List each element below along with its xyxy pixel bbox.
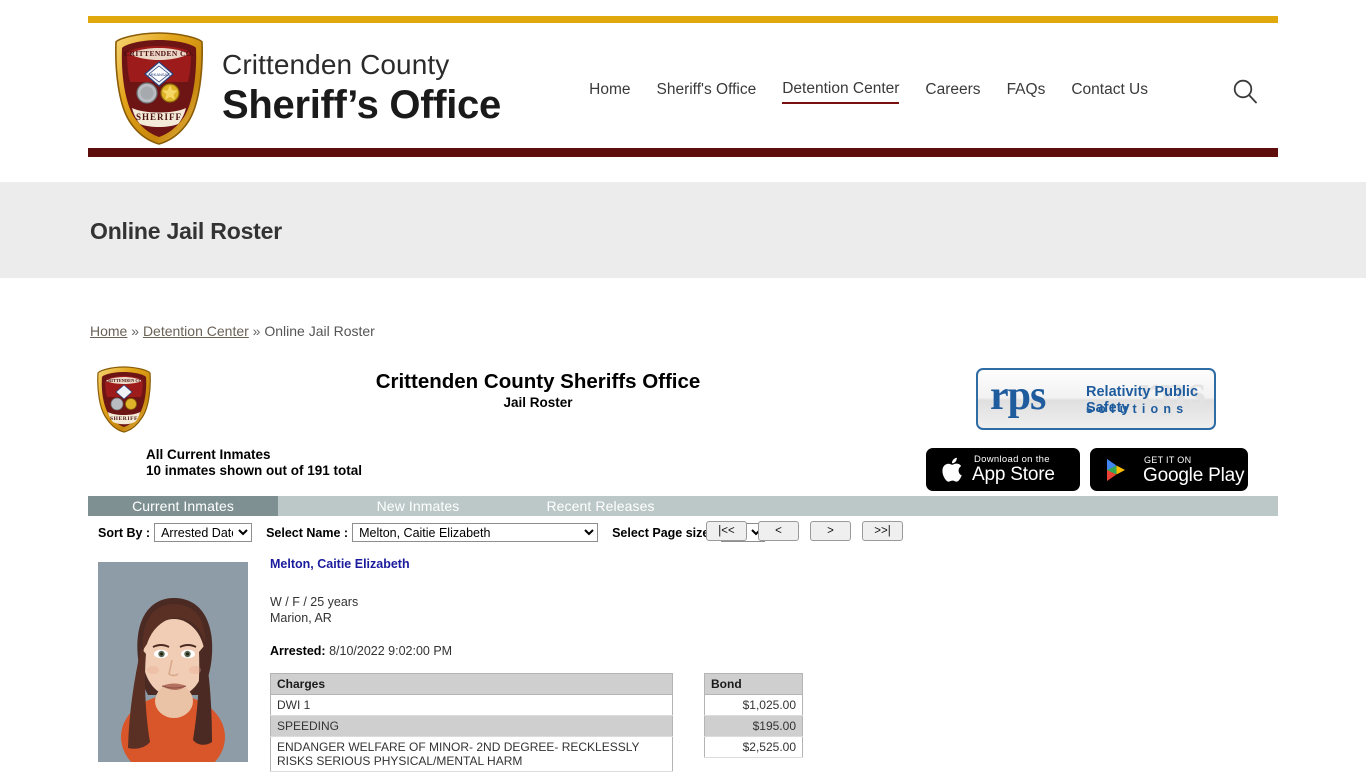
tab-current-inmates[interactable]: Current Inmates xyxy=(88,496,278,516)
charge-cell: ENDANGER WELFARE OF MINOR- 2ND DEGREE- R… xyxy=(270,736,673,772)
inmate-name-link[interactable]: Melton, Caitie Elizabeth xyxy=(270,557,410,571)
roster-scope-label: All Current Inmates xyxy=(146,447,271,462)
bond-cell: $195.00 xyxy=(704,715,803,737)
page-title: Online Jail Roster xyxy=(90,218,282,244)
gold-accent-bar xyxy=(88,16,1278,23)
inmate-race-sex-age: W / F / 25 years xyxy=(270,595,359,609)
bond-cell: $2,525.00 xyxy=(704,736,803,758)
rps-wordmark: rps xyxy=(990,373,1046,419)
bond-table: Bond $1,025.00 $195.00 $2,525.00 xyxy=(704,673,803,758)
charge-cell: SPEEDING xyxy=(270,715,673,737)
inmate-details: Melton, Caitie Elizabeth W / F / 25 year… xyxy=(270,555,803,772)
arrested-label: Arrested: xyxy=(270,644,326,658)
bond-cell: $1,025.00 xyxy=(704,694,803,716)
table-row: $2,525.00 xyxy=(704,736,803,758)
sort-by-select[interactable]: Arrested Date xyxy=(154,523,253,542)
pager-prev-button[interactable]: < xyxy=(758,521,799,541)
svg-text:SHERIFF: SHERIFF xyxy=(110,416,138,422)
bond-header: Bond xyxy=(704,673,803,695)
nav-item-home[interactable]: Home xyxy=(589,81,630,103)
brand-county-name: Crittenden County xyxy=(222,49,450,80)
page-size-label: Select Page size : xyxy=(612,525,717,540)
table-row: ENDANGER WELFARE OF MINOR- 2ND DEGREE- R… xyxy=(270,736,673,772)
inmate-mugshot xyxy=(98,562,248,762)
select-name-label: Select Name : xyxy=(266,525,349,540)
tab-recent-releases[interactable]: Recent Releases xyxy=(508,496,693,516)
site-header: CRITTENDEN CO. ARKANSAS SHERIFF Crittend… xyxy=(88,0,1278,172)
table-row: $1,025.00 xyxy=(704,694,803,716)
sheriff-badge-logo-icon: CRITTENDEN CO. ARKANSAS SHERIFF xyxy=(112,30,206,146)
inmate-arrested: Arrested: 8/10/2022 9:02:00 PM xyxy=(270,644,452,658)
charges-table: Charges DWI 1 SPEEDING ENDANGER WELFARE … xyxy=(270,673,673,772)
pagination-controls: |<< < > >>| xyxy=(706,521,903,541)
inmate-demographics: W / F / 25 years Marion, AR xyxy=(270,594,452,626)
svg-text:SHERIFF: SHERIFF xyxy=(136,112,182,122)
nav-item-faqs[interactable]: FAQs xyxy=(1007,81,1046,103)
google-play-logo-icon xyxy=(1104,456,1132,484)
charge-cell: DWI 1 xyxy=(270,694,673,716)
charges-header: Charges xyxy=(270,673,673,695)
app-store-badge[interactable]: Download on the App Store xyxy=(926,448,1080,491)
sort-by-label: Sort By : xyxy=(98,525,151,540)
rps-logo[interactable]: rps rps Relativity Public Safety solutio… xyxy=(976,368,1216,430)
roster-controls: Sort By : Arrested Date Select Name : Me… xyxy=(98,523,779,542)
breadcrumb: Home » Detention Center » Online Jail Ro… xyxy=(90,323,375,339)
svg-text:ARKANSAS: ARKANSAS xyxy=(148,72,170,77)
table-row: $195.00 xyxy=(704,715,803,737)
breadcrumb-separator: » xyxy=(131,323,140,339)
breadcrumb-item-detention-center[interactable]: Detention Center xyxy=(143,323,249,339)
nav-item-careers[interactable]: Careers xyxy=(925,81,980,103)
site-brand[interactable]: CRITTENDEN CO. ARKANSAS SHERIFF Crittend… xyxy=(112,30,501,146)
main-navigation: Home Sheriff's Office Detention Center C… xyxy=(589,80,1148,104)
roster-count-label: 10 inmates shown out of 191 total xyxy=(146,463,363,478)
nav-item-sheriffs-office[interactable]: Sheriff's Office xyxy=(656,81,756,103)
charges-and-bond: Charges DWI 1 SPEEDING ENDANGER WELFARE … xyxy=(270,673,803,772)
svg-text:CRITTENDEN CO.: CRITTENDEN CO. xyxy=(124,49,195,58)
roster-tabbar: Current Inmates New Inmates Recent Relea… xyxy=(88,496,1278,516)
breadcrumb-item-current: Online Jail Roster xyxy=(264,323,375,339)
google-play-big-label: Google Play xyxy=(1143,465,1245,486)
brand-office-name: Sheriff’s Office xyxy=(222,83,501,127)
google-play-badge[interactable]: GET IT ON Google Play xyxy=(1090,448,1248,491)
arrested-value: 8/10/2022 9:02:00 PM xyxy=(329,644,453,658)
nav-item-contact-us[interactable]: Contact Us xyxy=(1071,81,1148,103)
pager-next-button[interactable]: > xyxy=(810,521,851,541)
breadcrumb-separator: » xyxy=(252,323,261,339)
rps-tagline-secondary: solutions xyxy=(1086,402,1189,416)
apple-logo-icon xyxy=(940,456,966,484)
maroon-accent-bar xyxy=(88,148,1278,157)
inmate-city-state: Marion, AR xyxy=(270,611,332,625)
nav-item-detention-center[interactable]: Detention Center xyxy=(782,80,900,104)
table-row: SPEEDING xyxy=(270,715,673,737)
roster-subtitle: Jail Roster xyxy=(503,395,573,410)
app-store-big-label: App Store xyxy=(972,464,1055,485)
pager-last-button[interactable]: >>| xyxy=(862,521,903,541)
table-row: DWI 1 xyxy=(270,694,673,716)
breadcrumb-item-home[interactable]: Home xyxy=(90,323,127,339)
tab-new-inmates[interactable]: New Inmates xyxy=(338,496,498,516)
search-icon[interactable] xyxy=(1230,76,1260,106)
google-play-small-label: GET IT ON xyxy=(1144,455,1192,465)
roster-title: Crittenden County Sheriffs Office xyxy=(375,370,701,393)
page-title-banner: Online Jail Roster xyxy=(0,182,1366,278)
pager-first-button[interactable]: |<< xyxy=(706,521,747,541)
roster-counts: All Current Inmates 10 inmates shown out… xyxy=(146,447,362,479)
select-name-select[interactable]: Melton, Caitie Elizabeth xyxy=(352,523,599,542)
